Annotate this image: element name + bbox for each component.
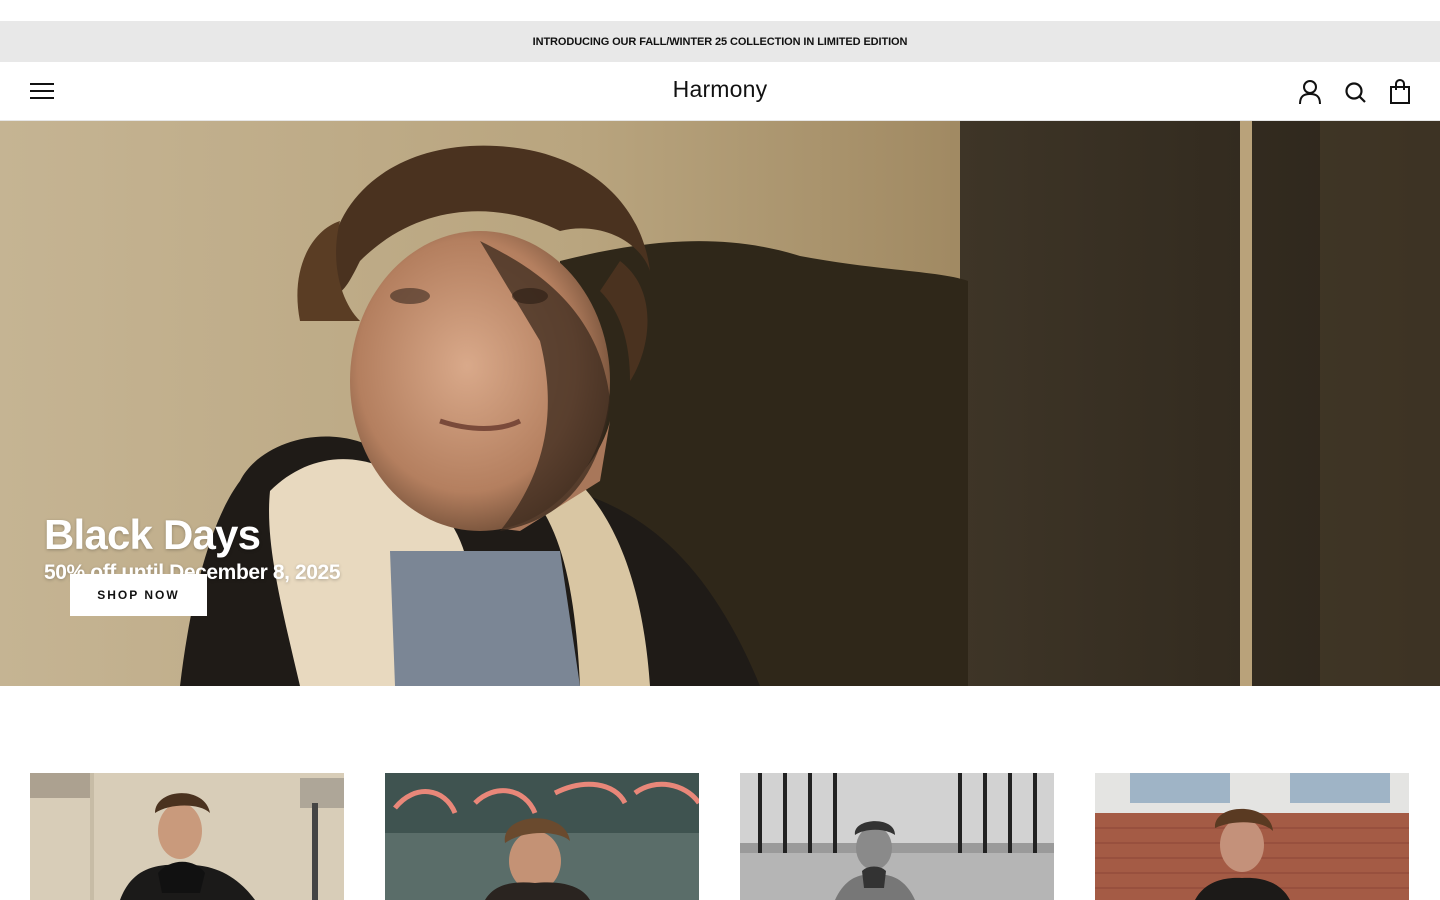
collection-image-2 [385,773,699,900]
site-header: Harmony [0,62,1440,121]
announcement-bar: INTRODUCING OUR FALL/WINTER 25 COLLECTIO… [0,21,1440,62]
collection-image-4 [1095,773,1409,900]
user-icon[interactable] [1297,79,1323,105]
collection-card-2[interactable] [385,773,699,900]
hero-title: Black Days [44,511,261,558]
collection-card-3[interactable] [740,773,1054,900]
hero-image [0,121,1440,686]
collection-image-1 [30,773,344,900]
collection-card-4[interactable] [1095,773,1409,900]
collection-grid [0,686,1440,900]
top-spacer [0,0,1440,21]
collection-card-1[interactable] [30,773,344,900]
site-logo: Harmony [0,76,1440,103]
hero-banner: Black Days 50% off until December 8, 202… [0,121,1440,686]
announcement-text: INTRODUCING OUR FALL/WINTER 25 COLLECTIO… [532,35,908,48]
shop-now-button[interactable]: SHOP NOW [70,574,207,616]
search-icon[interactable] [1343,79,1369,105]
shopping-bag-icon[interactable] [1388,79,1414,105]
logo-link[interactable]: Harmony [673,76,768,102]
collection-image-3 [740,773,1054,900]
